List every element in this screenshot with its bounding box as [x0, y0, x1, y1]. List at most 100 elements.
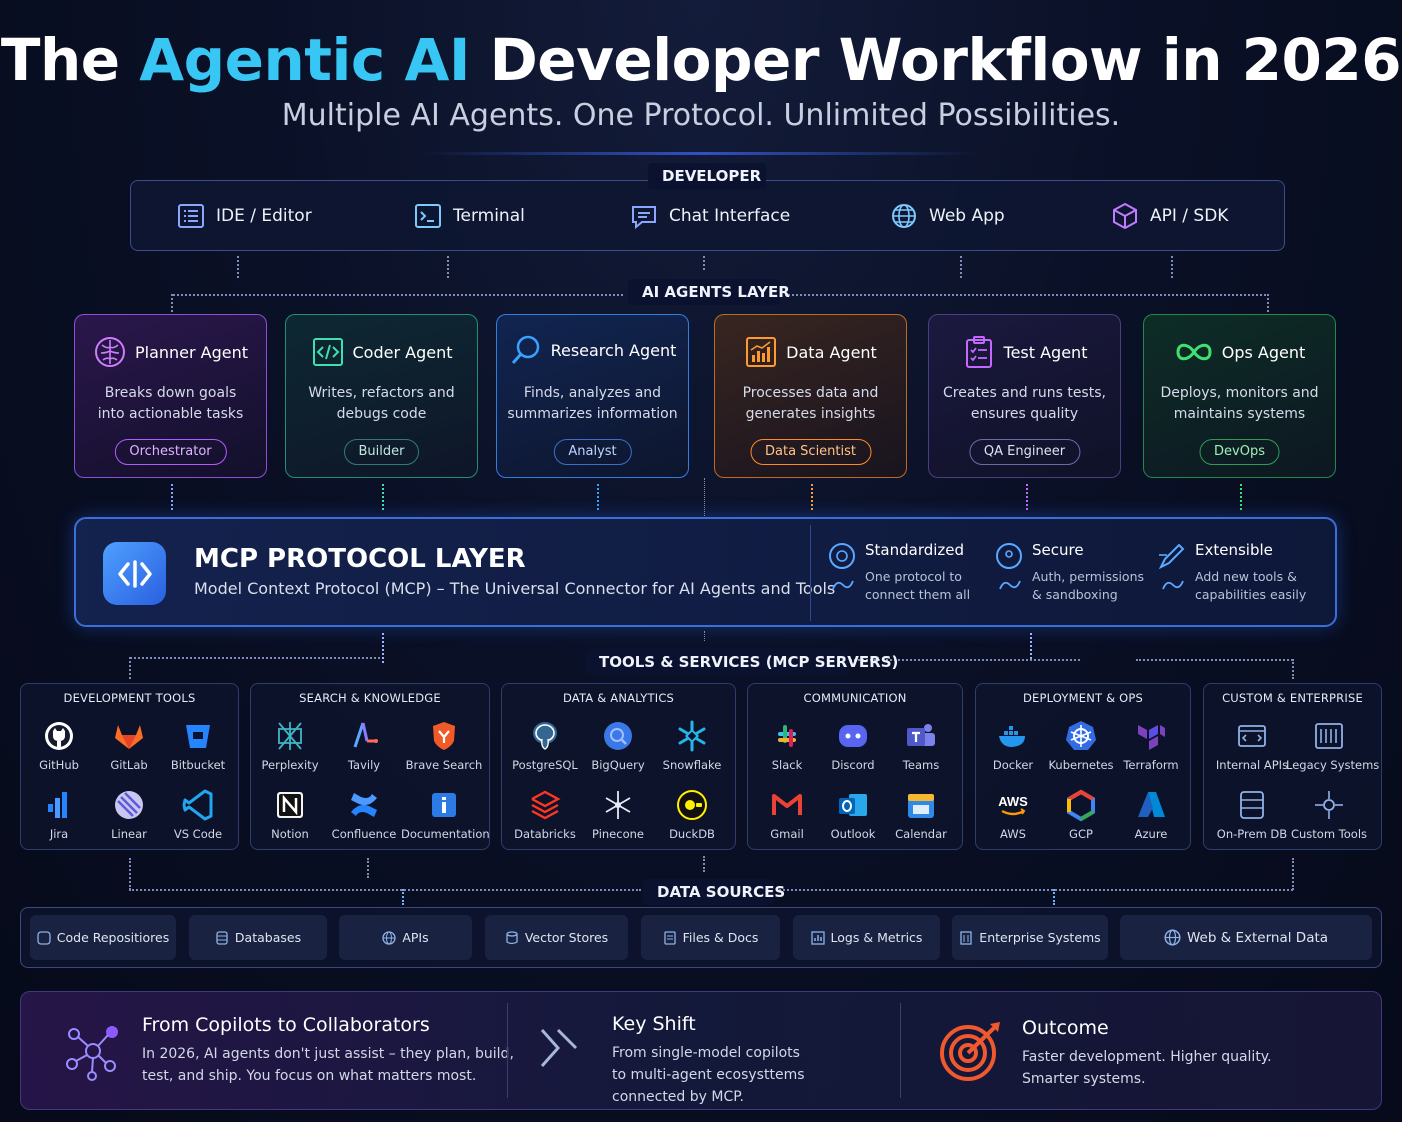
dev-item-api[interactable]: API / SDK	[1110, 198, 1228, 234]
title-glow-divider	[420, 152, 980, 155]
connector	[811, 484, 813, 510]
double-chevron-icon	[540, 1028, 578, 1067]
tool-azure[interactable]: Azure	[1108, 788, 1194, 841]
ds-code-repositories[interactable]: Code Repositiores	[30, 915, 176, 960]
tool-confluence[interactable]: Confluence	[321, 788, 407, 841]
connector	[129, 889, 641, 891]
gitlab-icon	[115, 725, 143, 749]
clipboard-check-icon	[965, 336, 992, 368]
ds-label: Enterprise Systems	[979, 930, 1101, 945]
page-title: The Agentic AI Developer Workflow in 202…	[0, 26, 1402, 94]
connector	[447, 256, 449, 278]
ds-label: Databases	[234, 930, 302, 945]
connector	[1053, 889, 1055, 905]
tool-label: Calendar	[895, 827, 947, 841]
connector	[1030, 633, 1032, 659]
outlook-icon	[839, 794, 867, 816]
shield-icon	[996, 543, 1022, 569]
divider	[507, 1003, 508, 1098]
group-title: DATA & ANALYTICS	[562, 691, 675, 705]
tool-terraform[interactable]: Terraform	[1108, 719, 1194, 772]
notion-icon	[277, 792, 303, 818]
connector	[704, 631, 705, 641]
agent-name: Coder Agent	[352, 342, 453, 362]
dev-item-webapp[interactable]: Web App	[889, 198, 1005, 234]
ds-label: Vector Stores	[524, 930, 609, 945]
link-icon	[1162, 580, 1184, 590]
tool-documentation[interactable]: Documentation	[401, 788, 490, 841]
ds-apis[interactable]: APIs	[339, 915, 472, 960]
ds-vector-stores[interactable]: Vector Stores	[485, 915, 628, 960]
connector	[703, 256, 705, 270]
tool-internal-apis[interactable]: Internal APIs	[1209, 719, 1295, 772]
agent-card-data[interactable]: Data Agent Processes data and generates i…	[714, 314, 907, 478]
tool-teams[interactable]: Teams	[878, 719, 964, 772]
tool-label: Brave Search	[405, 758, 483, 772]
collaborators-title: From Copilots to Collaborators	[142, 1014, 430, 1036]
tool-snowflake[interactable]: Snowflake	[649, 719, 735, 772]
dev-item-ide[interactable]: IDE / Editor	[176, 198, 312, 234]
tool-custom-tools[interactable]: Custom Tools	[1286, 788, 1372, 841]
globe-icon	[382, 930, 396, 945]
ds-enterprise-systems[interactable]: Enterprise Systems	[952, 915, 1108, 960]
agent-card-test[interactable]: Test Agent Creates and runs tests, ensure…	[928, 314, 1121, 478]
ds-web-external[interactable]: Web & External Data	[1120, 915, 1372, 960]
feature-desc-line: Add new tools &	[1195, 569, 1297, 584]
agent-desc-line: generates insights	[745, 406, 876, 422]
kubernetes-icon	[1066, 721, 1096, 750]
feature-desc-line: capabilities easily	[1195, 587, 1307, 602]
link-icon	[832, 580, 854, 590]
dev-item-terminal[interactable]: Terminal	[413, 198, 525, 234]
globe-icon	[1164, 929, 1181, 946]
file-icon	[663, 930, 676, 945]
agent-description: Creates and runs tests, ensures quality	[935, 383, 1114, 425]
tool-bitbucket[interactable]: Bitbucket	[155, 719, 241, 772]
gmail-icon	[772, 794, 802, 815]
connector	[776, 889, 1293, 891]
ds-logs-metrics[interactable]: Logs & Metrics	[793, 915, 940, 960]
connector	[171, 484, 173, 510]
agent-title: Planner Agent	[75, 335, 266, 369]
databricks-icon	[531, 790, 561, 820]
connector	[960, 256, 962, 278]
brain-icon	[94, 337, 125, 367]
tavily-icon	[353, 722, 378, 748]
agent-card-research[interactable]: Research Agent Finds, analyzes and summar…	[496, 314, 689, 478]
connector	[597, 484, 599, 510]
page-subtitle: Multiple AI Agents. One Protocol. Unlimi…	[281, 98, 1121, 133]
ds-databases[interactable]: Databases	[189, 915, 327, 960]
brave-icon	[433, 722, 455, 750]
agent-card-ops[interactable]: Ops Agent Deploys, monitors and maintains…	[1143, 314, 1336, 478]
outcome-line: Faster development. Higher quality.	[1022, 1049, 1272, 1065]
connector	[237, 256, 239, 278]
tool-onprem-db[interactable]: On-Prem DB	[1209, 788, 1295, 841]
terminal-icon	[415, 204, 441, 228]
agent-name: Test Agent	[1003, 342, 1088, 362]
discord-icon	[839, 725, 867, 747]
tool-calendar[interactable]: Calendar	[878, 788, 964, 841]
tool-brave-search[interactable]: Brave Search	[401, 719, 487, 772]
tool-label: Legacy Systems	[1286, 758, 1380, 772]
agent-card-planner[interactable]: Planner Agent Breaks down goals into acti…	[74, 314, 267, 478]
tool-group-deployment: DEPLOYMENT & OPS Docker Kubernetes Terra…	[975, 683, 1191, 850]
ds-label: Logs & Metrics	[830, 930, 923, 945]
tool-label: On-Prem DB	[1216, 827, 1288, 841]
agent-card-coder[interactable]: Coder Agent Writes, refactors and debugs …	[285, 314, 478, 478]
tool-tavily[interactable]: Tavily	[321, 719, 407, 772]
feature-desc-line: Auth, permissions	[1032, 569, 1145, 584]
agent-desc-line: Finds, analyzes and	[523, 385, 662, 401]
collaboration-network-icon	[66, 1026, 118, 1081]
connector	[367, 858, 369, 878]
key-shift-line: connected by MCP.	[612, 1089, 744, 1105]
bigquery-icon	[604, 722, 632, 750]
agent-desc-line: Breaks down goals	[104, 385, 237, 401]
tool-duckdb[interactable]: DuckDB	[649, 788, 735, 841]
search-icon	[511, 335, 539, 364]
connector	[129, 858, 131, 890]
tool-vscode[interactable]: VS Code	[155, 788, 241, 841]
tool-legacy-systems[interactable]: Legacy Systems	[1286, 719, 1380, 772]
vector-db-icon	[506, 930, 518, 944]
dev-item-chat[interactable]: Chat Interface	[629, 198, 790, 234]
tool-label: Azure	[1134, 827, 1168, 841]
ds-files-docs[interactable]: Files & Docs	[641, 915, 780, 960]
